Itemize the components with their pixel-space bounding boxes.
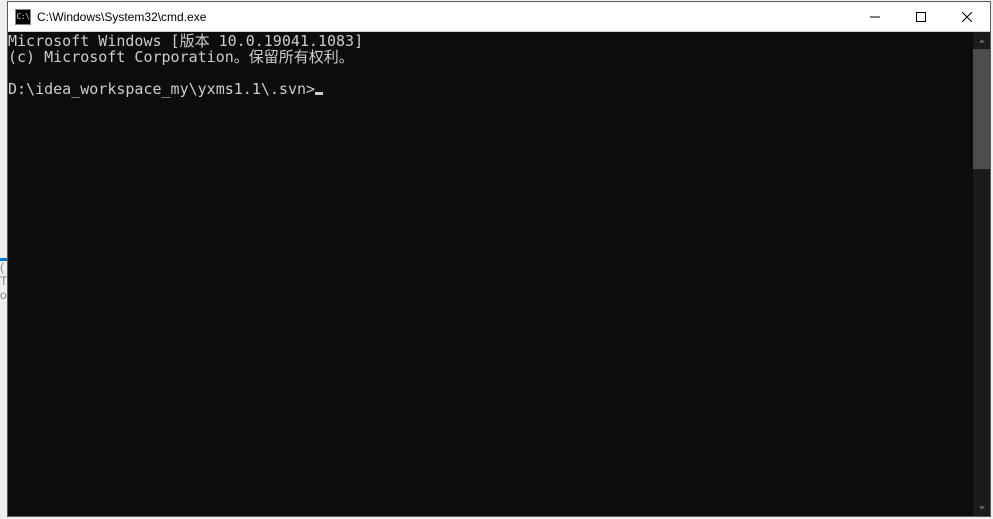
- cmd-window: C:\ C:\Windows\System32\cmd.exe Microsof…: [7, 1, 991, 517]
- vertical-scrollbar[interactable]: [973, 32, 990, 516]
- maximize-button[interactable]: [898, 2, 944, 31]
- client-area: Microsoft Windows [版本 10.0.19041.1083](c…: [8, 32, 990, 516]
- titlebar[interactable]: C:\ C:\Windows\System32\cmd.exe: [8, 2, 990, 32]
- close-button[interactable]: [944, 2, 990, 31]
- terminal-prompt: D:\idea_workspace_my\yxms1.1\.svn>: [8, 80, 315, 98]
- close-icon: [962, 12, 972, 22]
- terminal-line: (c) Microsoft Corporation。保留所有权利。: [8, 49, 973, 65]
- cmd-icon: C:\: [15, 9, 31, 25]
- scroll-up-button[interactable]: [973, 32, 990, 49]
- terminal-line: [8, 65, 973, 81]
- terminal-output[interactable]: Microsoft Windows [版本 10.0.19041.1083](c…: [8, 32, 973, 516]
- scroll-down-button[interactable]: [973, 499, 990, 516]
- window-title: C:\Windows\System32\cmd.exe: [37, 10, 852, 24]
- scroll-thumb[interactable]: [973, 49, 990, 169]
- chevron-up-icon: [978, 37, 986, 45]
- minimize-button[interactable]: [852, 2, 898, 31]
- window-controls: [852, 2, 990, 31]
- terminal-cursor: [315, 92, 323, 95]
- minimize-icon: [870, 12, 880, 22]
- chevron-down-icon: [978, 504, 986, 512]
- terminal-prompt-line: D:\idea_workspace_my\yxms1.1\.svn>: [8, 81, 973, 97]
- terminal-line: Microsoft Windows [版本 10.0.19041.1083]: [8, 33, 973, 49]
- maximize-icon: [916, 12, 926, 22]
